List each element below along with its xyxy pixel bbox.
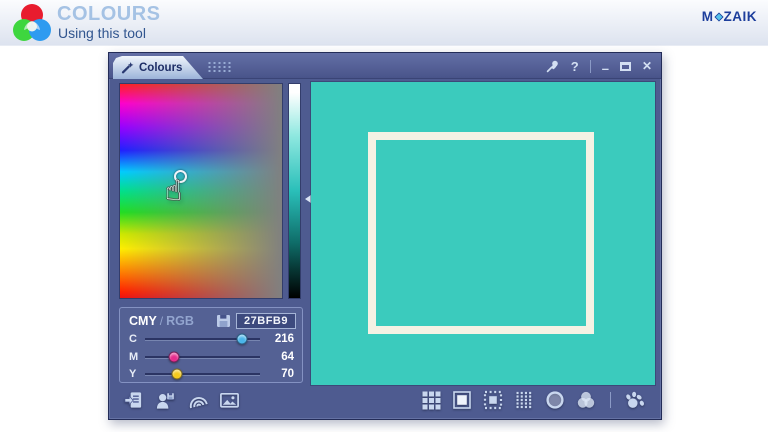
- grid-pattern-button[interactable]: [420, 389, 442, 411]
- yellow-slider-knob[interactable]: [171, 368, 182, 379]
- drag-grip[interactable]: [207, 61, 232, 72]
- magenta-slider-track[interactable]: [145, 351, 260, 364]
- tab-label: Colours: [139, 62, 182, 74]
- close-button[interactable]: ✕: [642, 60, 652, 72]
- grid-icon: [421, 390, 441, 410]
- hand-tool-button[interactable]: [624, 389, 646, 411]
- page-title: COLOURS: [57, 3, 161, 26]
- user-save-icon: [155, 390, 176, 411]
- mode-cmy[interactable]: CMY: [129, 314, 157, 328]
- user-save-button[interactable]: [154, 389, 176, 411]
- image-icon: [219, 390, 240, 411]
- hand-cursor: [164, 170, 200, 212]
- canvas-rectangle: [368, 132, 594, 334]
- controls-divider: [590, 60, 591, 73]
- diamond-icon: [714, 12, 723, 21]
- page-subtitle: Using this tool: [58, 25, 146, 41]
- brand-suffix: ZAIK: [724, 9, 758, 24]
- rainbow-button[interactable]: [186, 389, 208, 411]
- mozaik-logo: M ZAIK: [702, 9, 757, 24]
- filled-square-button[interactable]: [451, 389, 473, 411]
- toolbar-right: [420, 389, 646, 411]
- notebook-icon: [123, 390, 144, 411]
- dotted-grid-button[interactable]: [513, 389, 535, 411]
- hex-value-field[interactable]: 27BFB9: [236, 313, 296, 329]
- slider-value: 64: [268, 351, 294, 363]
- floppy-disk-icon: [216, 314, 231, 328]
- slider-label: M: [129, 351, 143, 363]
- hand-cursor-icon: [165, 174, 182, 207]
- color-circles-icon: [576, 390, 596, 410]
- colours-window: Colours ? – ✕ CMY / RGB: [108, 52, 662, 420]
- rainbow-icon: [187, 390, 208, 411]
- notebook-button[interactable]: [122, 389, 144, 411]
- mode-separator: /: [160, 314, 163, 328]
- tab-colours[interactable]: Colours: [113, 56, 203, 79]
- magenta-slider-knob[interactable]: [168, 351, 179, 362]
- color-gradient-field[interactable]: [119, 83, 283, 299]
- wand-icon: [121, 61, 134, 74]
- slider-row-cyan: C 216: [129, 331, 294, 347]
- slider-label: Y: [129, 368, 143, 380]
- dashed-square-button[interactable]: [482, 389, 504, 411]
- filled-square-icon: [452, 390, 472, 410]
- image-button[interactable]: [218, 389, 240, 411]
- help-button[interactable]: ?: [571, 60, 579, 73]
- window-titlebar: Colours ? – ✕: [109, 53, 661, 79]
- pin-icon[interactable]: [545, 59, 560, 74]
- brand-prefix: M: [702, 9, 714, 24]
- dashed-square-icon: [483, 390, 503, 410]
- slider-value: 216: [268, 333, 294, 345]
- slider-label: C: [129, 333, 143, 345]
- save-color-button[interactable]: [216, 314, 231, 328]
- ellipse-icon: [545, 390, 565, 410]
- brightness-slider[interactable]: [288, 83, 301, 299]
- yellow-slider-track[interactable]: [145, 368, 260, 381]
- color-circles-button[interactable]: [575, 389, 597, 411]
- slider-row-yellow: Y 70: [129, 366, 294, 382]
- toolbar-left: [122, 389, 240, 411]
- page-header: COLOURS Using this tool M ZAIK: [0, 0, 768, 46]
- slider-row-magenta: M 64: [129, 349, 294, 365]
- mode-rgb[interactable]: RGB: [166, 314, 194, 328]
- colours-logo-icon: [10, 3, 54, 44]
- hand-tool-icon: [624, 389, 646, 412]
- cyan-slider-track[interactable]: [145, 333, 260, 346]
- dotted-grid-icon: [514, 390, 534, 410]
- cyan-slider-knob[interactable]: [237, 333, 248, 344]
- toolbar-divider: [610, 392, 611, 408]
- color-values-panel: CMY / RGB 27BFB9 C 216 M: [119, 307, 303, 383]
- slider-value: 70: [268, 368, 294, 380]
- ellipse-button[interactable]: [544, 389, 566, 411]
- maximize-button[interactable]: [620, 62, 631, 71]
- minimize-button[interactable]: –: [602, 62, 609, 75]
- drawing-canvas[interactable]: [311, 82, 655, 385]
